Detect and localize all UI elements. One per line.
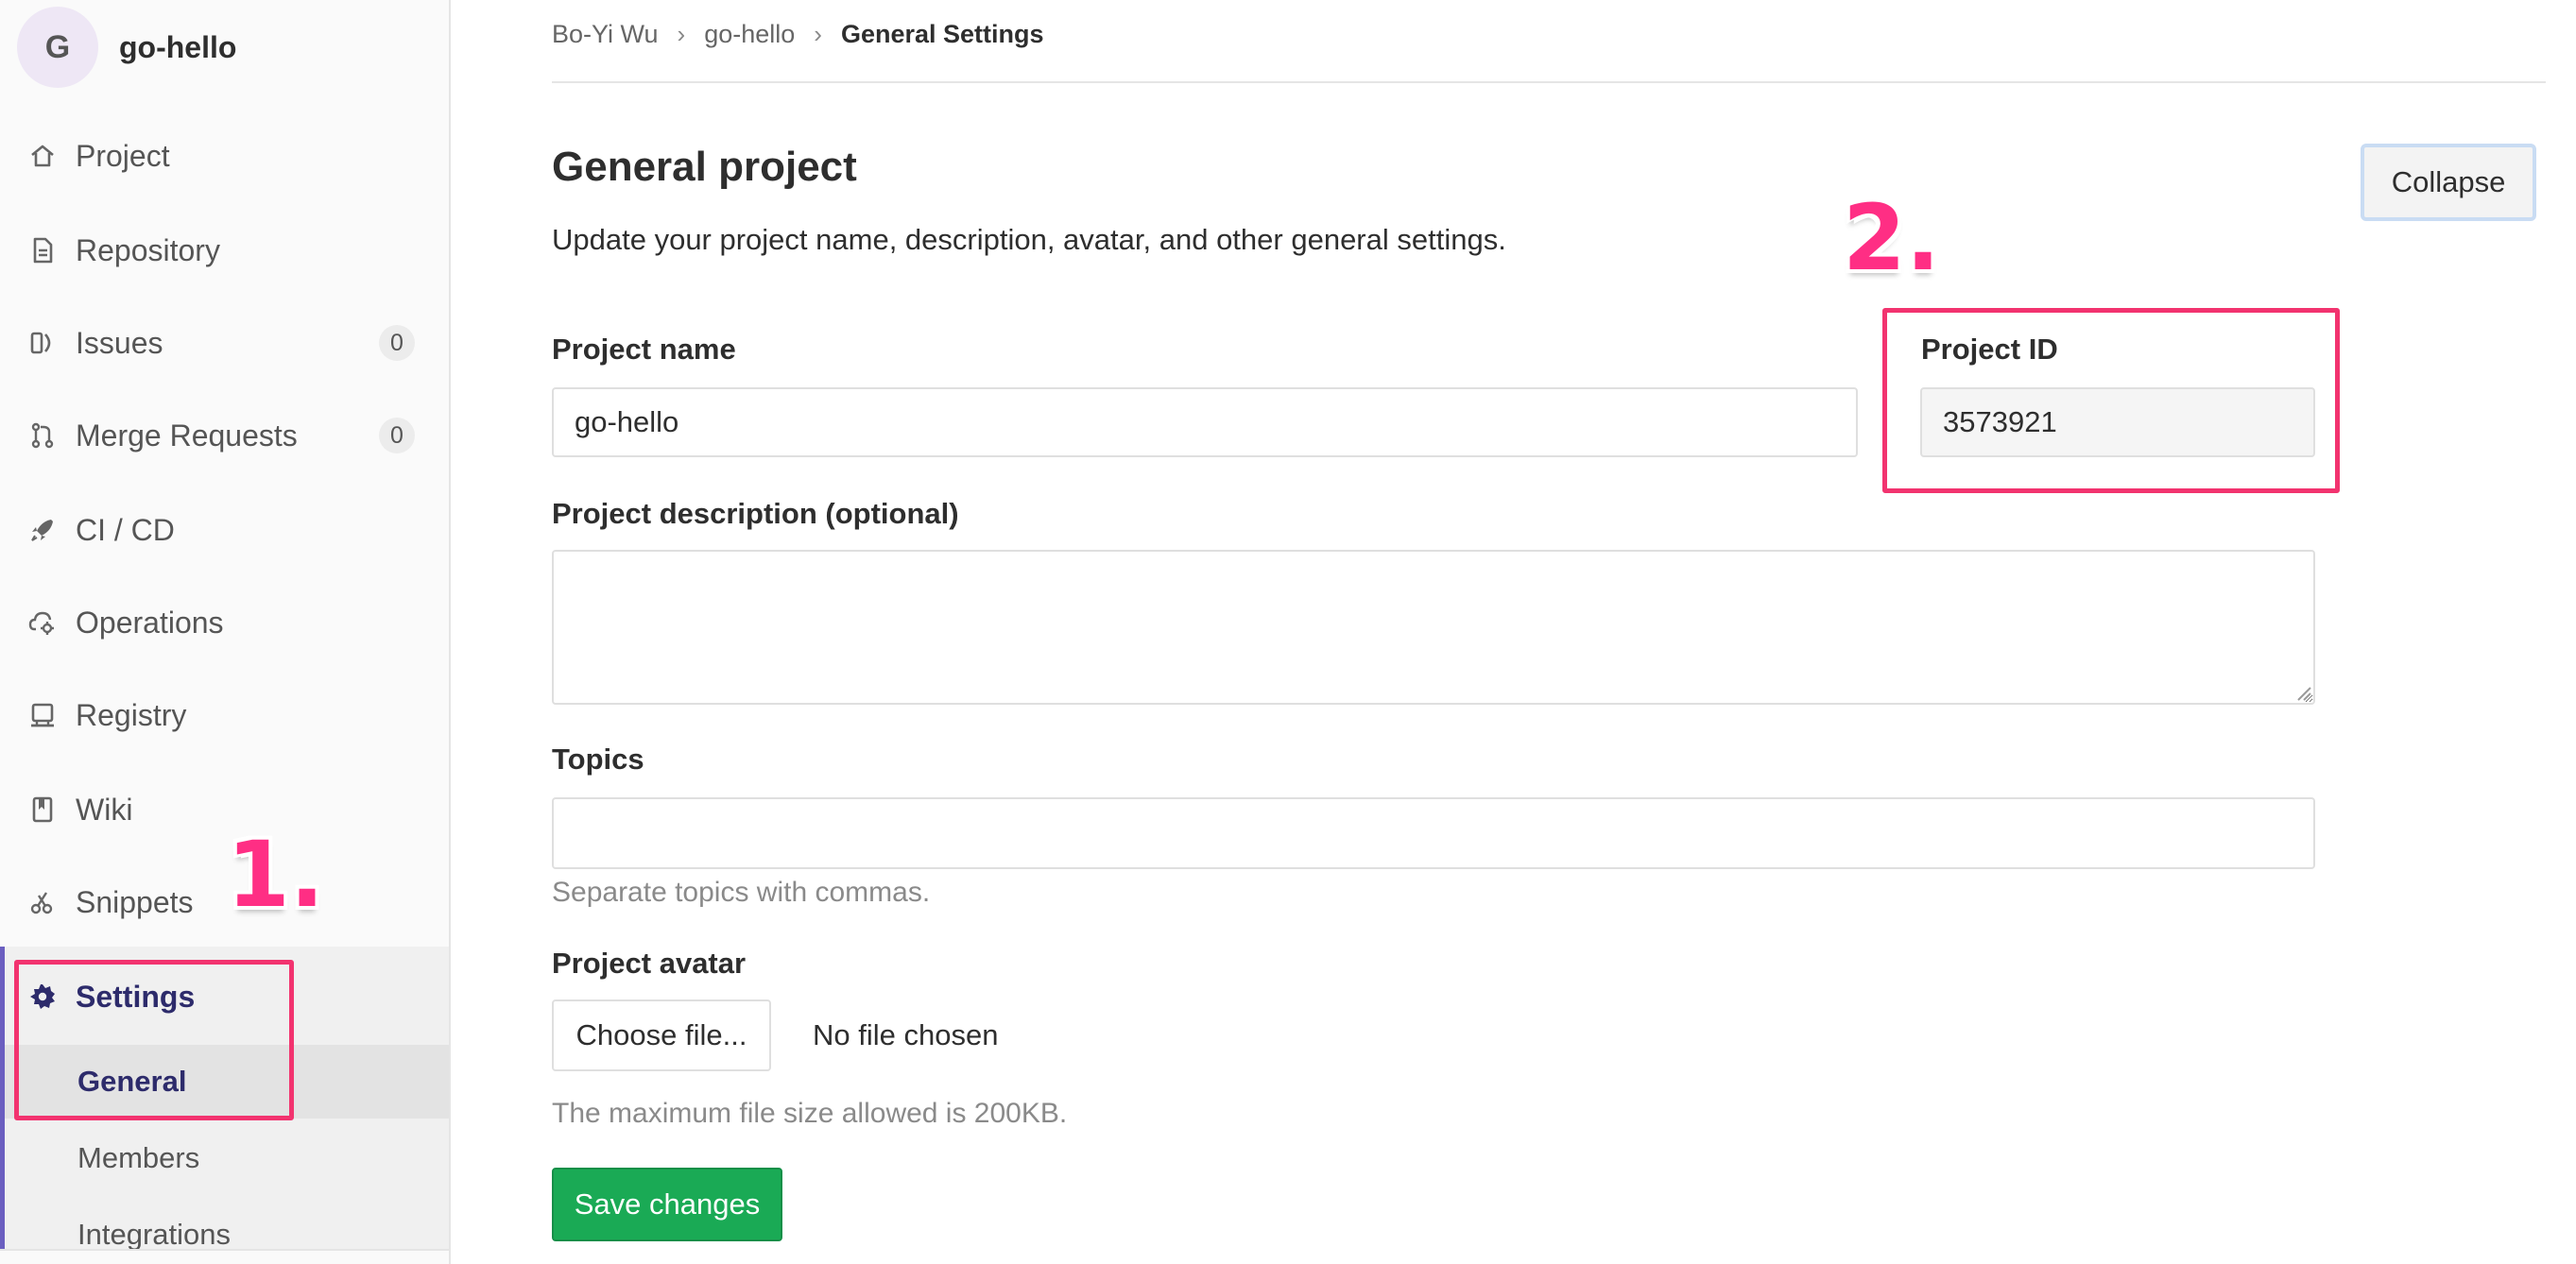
annotation-box-1 [14,960,294,1120]
chevron-right-icon: › [814,19,822,48]
project-header[interactable]: G go-hello [17,6,236,89]
breadcrumb: Bo-Yi Wu › go-hello › General Settings [552,17,1044,51]
topics-input[interactable] [552,797,2315,869]
sidebar-item-issues[interactable]: Issues 0 [0,310,449,376]
project-avatar: G [17,7,98,88]
container-icon [28,700,57,730]
choose-file-button[interactable]: Choose file... [552,999,771,1071]
issues-count-badge: 0 [379,325,415,361]
document-icon [28,235,57,265]
sidebar-item-project[interactable]: Project [0,123,449,189]
sidebar-item-merge-requests[interactable]: Merge Requests 0 [0,402,449,469]
sidebar-item-label: Merge Requests [76,418,298,453]
sidebar-item-repository[interactable]: Repository [0,217,449,283]
sidebar-subitem-members[interactable]: Members [5,1121,449,1195]
project-avatar-label: Project avatar [552,947,747,980]
sidebar-item-operations[interactable]: Operations [0,589,449,656]
file-status-text: No file chosen [813,1018,999,1051]
sidebar-item-label: Project [76,138,170,173]
collapse-button[interactable]: Collapse [2361,144,2536,221]
merge-requests-count-badge: 0 [379,418,415,453]
breadcrumb-item-project[interactable]: go-hello [704,20,795,49]
project-description-textarea[interactable] [552,550,2315,705]
sidebar-item-label: Wiki [76,792,133,827]
book-icon [28,794,57,825]
merge-request-icon [28,420,57,451]
topics-label: Topics [552,743,644,776]
scissors-icon [28,887,57,917]
section-description: Update your project name, description, a… [552,223,1506,256]
topics-help-text: Separate topics with commas. [552,877,931,908]
section-title: General project [552,144,857,190]
save-changes-button[interactable]: Save changes [552,1168,782,1241]
breadcrumb-item-current[interactable]: General Settings [841,20,1044,49]
sidebar-item-registry[interactable]: Registry [0,682,449,748]
sidebar-footer [0,1249,449,1264]
rocket-icon [28,515,57,545]
sidebar-item-label: Issues [76,325,163,360]
resize-handle-icon[interactable] [2294,684,2311,701]
issues-icon [28,328,57,358]
sidebar-item-ci-cd[interactable]: CI / CD [0,497,449,563]
divider [552,81,2546,83]
project-name-label: Project name [552,333,736,366]
annotation-number-2: 2. [1843,185,1941,291]
sidebar-item-label: Snippets [76,884,194,919]
sidebar-item-wiki[interactable]: Wiki [0,777,449,843]
chevron-right-icon: › [677,19,686,48]
project-description-label: Project description (optional) [552,497,959,530]
sidebar-item-label: Registry [76,697,187,732]
project-name[interactable]: go-hello [119,30,236,65]
cloud-gear-icon [28,607,57,638]
avatar-help-text: The maximum file size allowed is 200KB. [552,1098,1068,1129]
sidebar-item-label: Operations [76,605,224,640]
home-icon [28,141,57,171]
annotation-box-2 [1882,308,2340,493]
annotation-number-1: 1. [227,822,325,928]
sidebar-item-snippets[interactable]: Snippets [0,869,449,935]
sidebar-item-label: CI / CD [76,512,175,547]
breadcrumb-item-user[interactable]: Bo-Yi Wu [552,20,659,49]
project-name-input[interactable] [552,387,1858,457]
sidebar-item-label: Repository [76,232,220,267]
